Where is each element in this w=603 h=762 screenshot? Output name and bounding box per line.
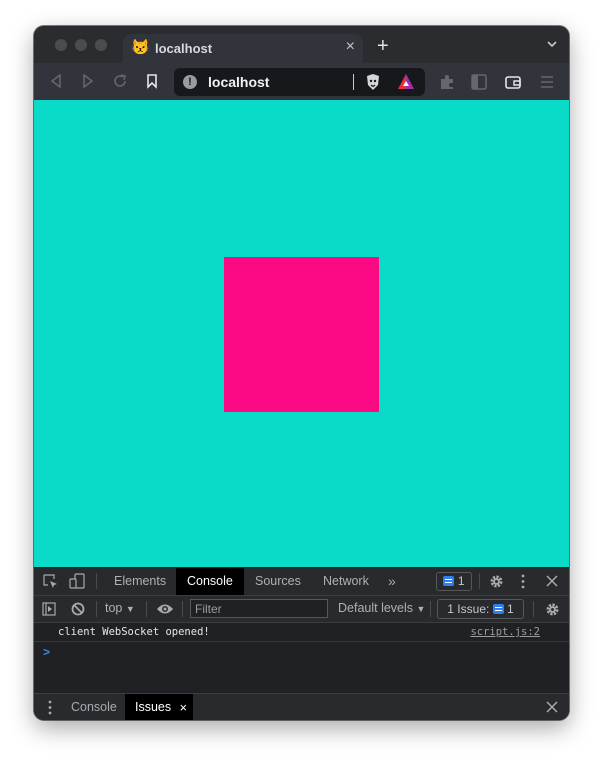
reload-icon[interactable] <box>112 73 128 89</box>
tab-network[interactable]: Network <box>312 568 380 595</box>
console-log-row: client WebSocket opened! script.js:2 <box>34 623 569 642</box>
browser-window: 😾 localhost × + ! localhost Elements Con… <box>34 26 569 720</box>
navigation-toolbar: ! localhost <box>34 63 569 100</box>
site-info-icon[interactable]: ! <box>183 75 197 89</box>
close-devtools-icon[interactable] <box>546 575 558 587</box>
url-separator <box>353 74 354 90</box>
message-icon <box>492 604 504 614</box>
log-source-link[interactable]: script.js:2 <box>470 626 540 638</box>
new-tab-button[interactable]: + <box>377 36 389 56</box>
devtools-drawer-bar: Console Issues × <box>34 693 569 720</box>
show-sidebar-icon[interactable] <box>42 602 56 616</box>
separator <box>479 573 480 589</box>
zoom-window-button[interactable] <box>95 39 107 51</box>
title-bar: 😾 localhost × + <box>34 26 569 63</box>
browser-tab[interactable]: 😾 localhost × <box>123 34 363 63</box>
cat-favicon-icon: 😾 <box>131 39 150 56</box>
brave-shields-icon[interactable] <box>364 73 382 91</box>
drawer-tab-issues-label: Issues <box>135 700 172 714</box>
forward-icon[interactable] <box>80 73 96 89</box>
settings-gear-icon[interactable] <box>489 574 504 589</box>
close-drawer-icon[interactable] <box>546 701 558 713</box>
eye-icon[interactable] <box>156 603 174 615</box>
more-options-icon[interactable] <box>520 574 526 589</box>
close-issues-tab-icon[interactable]: × <box>180 694 188 720</box>
message-count: 1 <box>457 574 465 588</box>
more-tabs-icon[interactable]: » <box>388 574 396 588</box>
brave-rewards-icon[interactable] <box>397 73 415 91</box>
tab-title: localhost <box>155 41 213 56</box>
log-levels-value: Default levels <box>338 601 414 615</box>
pink-square <box>224 257 379 412</box>
tab-console[interactable]: Console <box>176 568 244 595</box>
separator <box>430 601 431 617</box>
drawer-tab-console[interactable]: Console <box>61 694 127 720</box>
issues-button[interactable]: 1 Issue: 1 <box>437 599 524 619</box>
issues-label: 1 Issue: <box>447 602 490 616</box>
console-toolbar: top ▼ Filter Default levels ▼ 1 Issue: 1 <box>34 596 569 623</box>
bookmark-icon[interactable] <box>144 73 160 89</box>
device-toolbar-icon[interactable] <box>69 573 85 589</box>
log-levels-dropdown[interactable]: Default levels ▼ <box>338 601 425 615</box>
context-value: top <box>105 601 123 615</box>
console-settings-gear-icon[interactable] <box>545 602 560 617</box>
back-icon[interactable] <box>48 73 64 89</box>
sidebar-icon[interactable] <box>470 73 488 91</box>
filter-input[interactable]: Filter <box>190 599 328 618</box>
chevron-down-icon[interactable] <box>547 39 557 49</box>
close-window-button[interactable] <box>55 39 67 51</box>
url-text[interactable]: localhost <box>208 74 269 90</box>
tab-close-icon[interactable]: × <box>346 39 355 55</box>
devtools-tab-bar: Elements Console Sources Network » 1 <box>34 568 569 596</box>
clear-console-icon[interactable] <box>71 602 85 616</box>
separator <box>182 601 183 617</box>
separator <box>146 601 147 617</box>
separator <box>533 601 534 617</box>
minimize-window-button[interactable] <box>75 39 87 51</box>
menu-icon[interactable] <box>538 73 556 91</box>
issues-count: 1 <box>507 602 514 616</box>
extensions-icon[interactable] <box>438 73 456 91</box>
wallet-icon[interactable] <box>504 73 522 91</box>
inspect-element-icon[interactable] <box>43 574 58 589</box>
address-bar[interactable]: ! localhost <box>174 68 425 96</box>
context-selector[interactable]: top ▼ <box>105 601 135 615</box>
console-prompt-icon[interactable]: > <box>43 645 50 659</box>
tab-elements[interactable]: Elements <box>103 568 177 595</box>
devtools-panel: Elements Console Sources Network » 1 top… <box>34 567 569 720</box>
dropdown-arrow-icon: ▼ <box>125 604 135 614</box>
separator <box>96 573 97 589</box>
page-viewport <box>34 100 569 567</box>
separator <box>96 601 97 617</box>
message-icon <box>443 576 455 586</box>
drawer-menu-icon[interactable] <box>47 700 53 715</box>
drawer-tab-issues[interactable]: Issues × <box>125 694 194 720</box>
messages-badge[interactable]: 1 <box>436 572 472 591</box>
tab-sources[interactable]: Sources <box>244 568 312 595</box>
dropdown-arrow-icon: ▼ <box>416 604 426 614</box>
log-message: client WebSocket opened! <box>58 626 210 638</box>
